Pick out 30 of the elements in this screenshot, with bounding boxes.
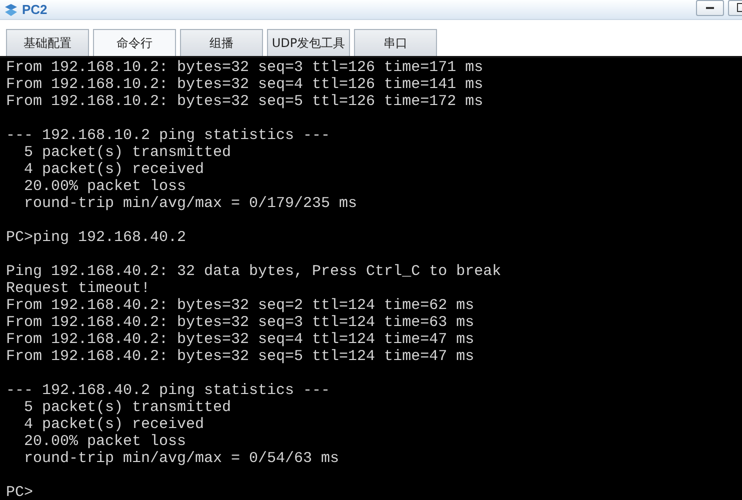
terminal-line: From 192.168.40.2: bytes=32 seq=3 ttl=124 time=63 ms — [6, 314, 476, 331]
terminal-line: PC> — [6, 484, 34, 500]
terminal-line: 4 packet(s) received — [23, 416, 206, 433]
tab[interactable]: 串口 — [354, 29, 437, 56]
terminal-line: 20.00% packet loss — [23, 178, 188, 195]
terminal-line: From 192.168.10.2: bytes=32 seq=3 ttl=126 time=171 ms — [6, 59, 484, 76]
terminal-line: round-trip min/avg/max = 0/54/63 ms — [23, 450, 340, 467]
tab[interactable]: 组播 — [180, 29, 263, 56]
tab[interactable]: 命令行 — [93, 29, 176, 56]
terminal-line: 5 packet(s) transmitted — [23, 144, 232, 161]
terminal-line: From 192.168.10.2: bytes=32 seq=5 ttl=126 time=172 ms — [6, 93, 484, 110]
terminal-line: From 192.168.10.2: bytes=32 seq=4 ttl=126 time=141 ms — [6, 76, 484, 93]
terminal-line: round-trip min/avg/max = 0/179/235 ms — [23, 195, 358, 212]
terminal-line: From 192.168.40.2: bytes=32 seq=4 ttl=124 time=47 ms — [6, 331, 476, 348]
terminal-line: 20.00% packet loss — [23, 433, 188, 450]
tab[interactable]: 基础配置 — [6, 29, 89, 56]
terminal-line: --- 192.168.40.2 ping statistics --- — [6, 382, 332, 399]
terminal-line: 5 packet(s) transmitted — [23, 399, 232, 416]
minimize-icon — [706, 6, 714, 9]
terminal-line: 4 packet(s) received — [23, 161, 206, 178]
terminal-line: PC>ping 192.168.40.2 — [6, 229, 188, 246]
terminal-line: Ping 192.168.40.2: 32 data bytes, Press Ctrl_C to break — [6, 263, 502, 280]
terminal-line: From 192.168.40.2: bytes=32 seq=2 ttl=124 time=62 ms — [6, 297, 476, 314]
app-icon — [4, 2, 18, 16]
tab[interactable]: UDP发包工具 — [267, 29, 350, 56]
terminal-line: From 192.168.40.2: bytes=32 seq=5 ttl=124 time=47 ms — [6, 348, 476, 365]
terminal-line: --- 192.168.10.2 ping statistics --- — [6, 127, 332, 144]
minimize-button[interactable] — [696, 0, 724, 16]
window-title: PC2 — [22, 0, 48, 19]
terminal-line: Request timeout! — [6, 280, 152, 297]
